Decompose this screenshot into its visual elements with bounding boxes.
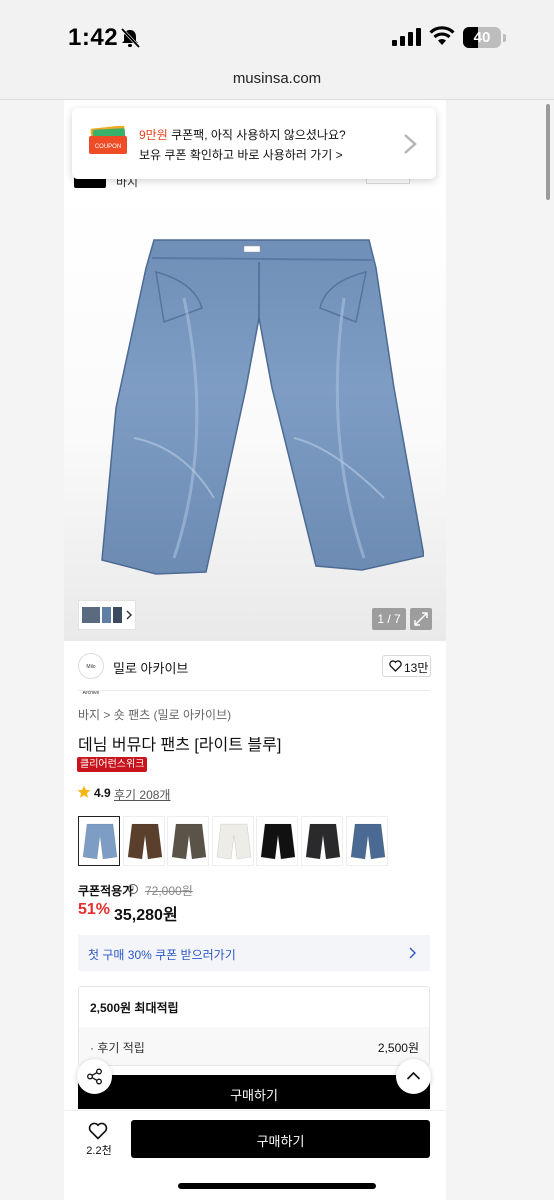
product-image-gallery[interactable]: 1 / 7 — [64, 190, 446, 641]
shorts-thumbnail-icon — [261, 823, 296, 860]
color-option-brown[interactable] — [122, 816, 165, 866]
color-option-light-blue[interactable] — [78, 816, 120, 866]
battery-cap — [503, 34, 506, 42]
coupon-popup-line2: 보유 쿠폰 확인하고 바로 사용하러 가기 > — [139, 148, 343, 162]
coupon-banner-text: 첫 구매 30% 쿠폰 받으러가기 — [88, 948, 236, 962]
brand-like-button[interactable]: 13만 — [382, 655, 431, 677]
status-time: 1:42 — [68, 24, 119, 51]
thumbnail-preview-icon — [82, 607, 132, 623]
breadcrumb[interactable]: 바지 > 숏 팬츠 (밀로 아카이브) — [78, 706, 231, 723]
coupon-popup-line1: 9만원 쿠폰팩, 아직 사용하지 않으셨나요? — [139, 126, 346, 143]
svg-text:COUPON: COUPON — [95, 144, 121, 150]
points-box: 2,500원 최대적립 · 후기 적립 2,500원 — [78, 986, 430, 1066]
share-button[interactable] — [77, 1059, 112, 1094]
battery-percent: 40 — [473, 29, 491, 46]
shorts-thumbnail-icon — [305, 823, 341, 860]
gallery-thumbnail-strip[interactable] — [78, 600, 136, 630]
color-option-black[interactable] — [256, 816, 299, 866]
heart-icon[interactable] — [88, 1122, 108, 1140]
first-purchase-coupon-banner[interactable]: 첫 구매 30% 쿠폰 받으러가기 — [78, 935, 430, 971]
clearance-badge: 클리어런스위크 — [77, 757, 148, 772]
color-option-dark-blue[interactable] — [345, 816, 388, 866]
image-counter: 1 / 7 — [372, 608, 406, 630]
shorts-thumbnail-icon — [350, 823, 385, 860]
product-title: 데님 버뮤다 팬츠 [라이트 블루] — [78, 737, 282, 754]
color-option-ivory[interactable] — [211, 816, 254, 866]
expand-image-button[interactable] — [410, 608, 432, 630]
color-option-black-wash[interactable] — [301, 816, 343, 866]
share-icon — [87, 1068, 102, 1085]
address-bar[interactable]: musinsa.com — [0, 70, 554, 100]
color-option-khaki-wash[interactable] — [167, 816, 210, 866]
rating-value: 4.9 — [94, 786, 111, 800]
status-bar: 1:42 40 — [0, 0, 554, 70]
price-label: 쿠폰적용가 — [78, 884, 134, 898]
shorts-thumbnail-icon — [82, 823, 118, 860]
heart-icon — [389, 660, 402, 672]
brand-like-count: 13만 — [404, 661, 429, 675]
chevron-up-icon — [406, 1071, 421, 1080]
bell-muted-icon — [120, 27, 141, 49]
buy-button[interactable]: 구매하기 — [131, 1120, 430, 1158]
battery-indicator: 40 — [463, 27, 501, 48]
expand-icon — [414, 612, 428, 626]
points-review-value: 2,500원 — [377, 1041, 419, 1055]
info-icon[interactable]: i — [128, 884, 138, 894]
sale-price: 35,280원 — [114, 907, 178, 924]
denim-shorts-image — [101, 239, 424, 575]
brand-name[interactable]: 밀로 아카이브 — [113, 658, 188, 677]
buy-button-label: 구매하기 — [256, 1134, 305, 1149]
shorts-thumbnail-icon — [171, 823, 207, 860]
points-title: 2,500원 최대적립 — [90, 1001, 179, 1015]
page-scrollbar[interactable] — [546, 104, 550, 200]
review-link[interactable]: 후기 208개 — [114, 786, 170, 803]
cellular-signal-icon — [392, 28, 421, 46]
coupon-line1-rest: 쿠폰팩, 아직 사용하지 않으셨나요? — [167, 128, 346, 142]
points-review-row: · 후기 적립 2,500원 — [79, 1027, 429, 1065]
wifi-icon — [429, 26, 455, 45]
shorts-thumbnail-icon — [127, 823, 162, 860]
coupon-popup[interactable]: COUPON 9만원 쿠폰팩, 아직 사용하지 않으셨나요? 보유 쿠폰 확인하… — [72, 108, 436, 179]
scroll-top-button[interactable] — [396, 1059, 431, 1094]
coupon-icon: COUPON — [89, 126, 127, 154]
chevron-right-icon — [409, 947, 416, 959]
star-icon — [77, 785, 91, 798]
home-indicator — [178, 1183, 376, 1189]
brand-logo[interactable]: Milo Archive — [78, 653, 104, 696]
buy-bar-inline[interactable]: 구매하기 — [78, 1075, 430, 1109]
original-price: 72,000원 — [145, 884, 193, 898]
buy-bar-inline-label: 구매하기 — [230, 1088, 278, 1103]
wish-count: 2.2천 — [86, 1145, 112, 1157]
shorts-thumbnail-icon — [216, 823, 252, 860]
points-review-label: · 후기 적립 — [90, 1041, 145, 1055]
discount-rate: 51% — [78, 901, 111, 918]
chevron-right-icon[interactable] — [402, 132, 418, 156]
coupon-amount: 9만원 — [139, 128, 168, 142]
divider — [78, 690, 430, 691]
url-text: musinsa.com — [232, 70, 322, 87]
